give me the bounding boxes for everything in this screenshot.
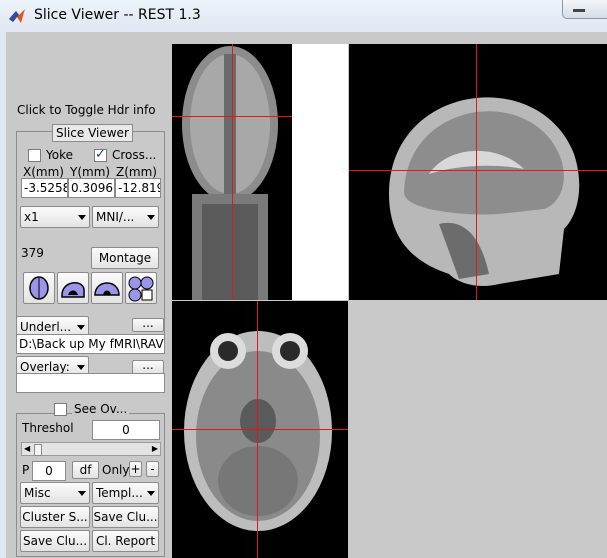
sagittal-brain-image [389,97,580,286]
p-value-field[interactable]: 0 [32,461,66,481]
chevron-down-icon [77,325,85,330]
minimize-button[interactable] [562,0,607,19]
underlay-select-label: Underl... [20,320,72,334]
zoom-select[interactable]: x1 [20,206,90,228]
save-cluster-button-2[interactable]: Save Clu... [20,530,90,552]
overlay-select-label: Overlay: [20,360,70,374]
slider-right-arrow-icon[interactable]: ▶ [152,444,158,453]
slider-thumb[interactable] [34,444,42,456]
space-select-value: MNI/... [96,210,135,224]
sagittal-slice-view[interactable] [349,44,607,300]
montage-button[interactable]: Montage [91,247,159,269]
threshold-field[interactable]: 0 [92,420,160,440]
chevron-down-icon [78,215,86,220]
coronal-slice-view[interactable] [172,44,348,300]
p-label: P [22,463,30,477]
only-label: Only [102,463,130,477]
template-select-label: Templ... [96,486,143,500]
z-mm-label: Z(mm) [116,165,157,179]
brain-transverse-icon [29,276,49,300]
minimize-icon [573,9,585,12]
x-mm-label: X(mm) [23,165,64,179]
crosshair-checkbox[interactable] [94,147,107,162]
toggle-hdr-info[interactable]: Click to Toggle Hdr info [17,103,156,117]
coronal-brain-image [172,44,348,300]
y-mm-field[interactable]: 0.30966 [68,178,115,198]
chevron-down-icon [78,491,86,496]
crosshair-label: Cross... [112,148,157,162]
only-plus-button[interactable]: + [129,461,142,477]
save-cluster-button[interactable]: Save Clu... [92,506,159,528]
see-overlay-label: See Ov... [72,402,130,416]
yoke-label: Yoke [46,148,73,162]
threshold-label: Threshol [22,421,74,435]
cluster-size-button[interactable]: Cluster S... [20,506,90,528]
misc-select[interactable]: Misc [20,482,90,504]
crosshair-horizontal [172,116,292,117]
coronal-view-button[interactable] [91,272,123,304]
axial-slice-view[interactable] [172,301,348,558]
crosshair-horizontal [349,170,607,171]
overlay-browse-button[interactable]: ... [132,360,164,374]
underlay-path-field[interactable]: D:\Back up My fMRI\RAV [16,334,165,354]
transverse-view-button[interactable] [23,272,55,304]
client-area: Click to Toggle Hdr info Slice Viewer Yo… [6,32,607,558]
z-mm-field[interactable]: -12.819 [115,178,161,198]
x-mm-field[interactable]: -3.5258 [21,178,68,198]
y-mm-label: Y(mm) [70,165,111,179]
sagittal-view-button[interactable] [57,272,89,304]
df-button[interactable]: df [72,461,99,479]
cluster-report-button[interactable]: Cl. Report [92,530,159,552]
underlay-browse-button[interactable]: ... [132,318,164,332]
see-overlay-checkbox[interactable] [54,403,67,416]
brain-coronal-icon [94,282,120,296]
overlay-path-field[interactable] [16,373,165,393]
slice-viewer-panel-title: Slice Viewer [52,124,133,142]
yoke-checkbox[interactable] [28,149,41,162]
space-select[interactable]: MNI/... [92,206,159,228]
slice-number: 379 [21,246,44,260]
crosshair-horizontal [172,429,348,430]
chevron-down-icon [77,365,85,370]
brain-triple-view-icon [128,276,154,302]
triple-view-button[interactable] [125,272,157,304]
brain-sagittal-icon [61,282,85,298]
only-minus-button[interactable]: - [146,461,159,477]
matlab-icon [9,9,25,23]
zoom-select-value: x1 [24,210,39,224]
title-bar: Slice Viewer -- REST 1.3 [0,0,607,33]
misc-select-label: Misc [24,486,51,500]
window-title: Slice Viewer -- REST 1.3 [34,7,201,23]
crosshair-vertical [476,44,477,300]
chevron-down-icon [147,215,155,220]
template-select[interactable]: Templ... [92,482,159,504]
threshold-slider[interactable]: ◀ ▶ [21,442,161,456]
chevron-down-icon [147,491,155,496]
slider-left-arrow-icon[interactable]: ◀ [24,444,30,453]
crosshair-vertical [232,44,233,300]
slice-viewer-panel [16,131,165,343]
